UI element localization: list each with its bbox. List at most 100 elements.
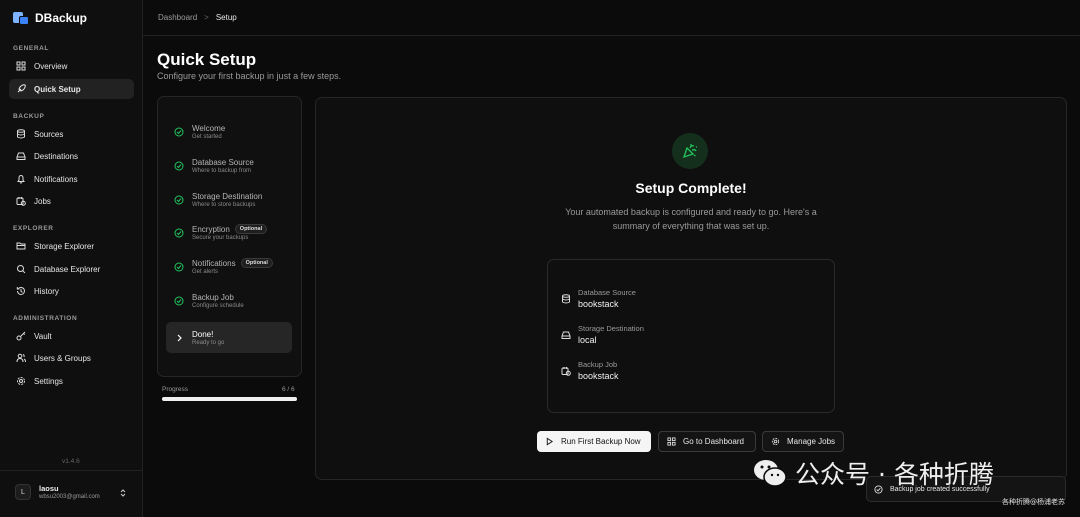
go-to-dashboard-button[interactable]: Go to Dashboard — [658, 431, 756, 452]
summary-backup-job: Backup Job bookstack — [561, 360, 619, 381]
sidebar-item-destinations[interactable]: Destinations — [9, 146, 134, 166]
page-subtitle: Configure your first backup in just a fe… — [157, 71, 342, 81]
check-circle-icon — [174, 296, 184, 305]
calendar-clock-icon — [561, 367, 571, 376]
page-title: Quick Setup — [157, 50, 257, 69]
step-item[interactable]: Backup Job Configure schedule — [166, 285, 292, 316]
step-title-text: Done! — [192, 329, 214, 339]
step-description: Get started — [192, 133, 222, 140]
users-icon — [16, 353, 26, 363]
watermark-small: 各种折腾@杨浦老苏 — [1002, 498, 1065, 506]
step-description: Where to backup from — [192, 167, 252, 174]
summary-value: bookstack — [578, 299, 619, 309]
step-title: Welcome — [192, 124, 225, 133]
optional-badge: Optional — [240, 258, 273, 268]
progress-bar — [162, 397, 297, 401]
sidebar-item-label: Sources — [34, 129, 64, 139]
summary-storage-destination: Storage Destination local — [561, 324, 644, 345]
step-item[interactable]: Done! Ready to go — [166, 322, 292, 353]
sidebar-item-jobs[interactable]: Jobs — [9, 191, 134, 211]
breadcrumb-current: Setup — [215, 13, 237, 22]
breadcrumb-dashboard[interactable]: Dashboard — [158, 13, 197, 22]
chevrons-up-down-icon[interactable] — [119, 488, 127, 498]
section-explorer: EXPLORER — [13, 225, 54, 232]
user-menu[interactable]: L laosu wbsu2003@gmail.com — [15, 484, 100, 500]
watermark: 公众号 · 各种折腾 — [753, 455, 994, 491]
step-description: Where to store backups — [192, 201, 256, 208]
sidebar-item-label: Destinations — [34, 151, 79, 161]
sidebar-item-label: History — [34, 286, 59, 296]
summary-value: local — [578, 335, 597, 345]
sidebar-item-users-groups[interactable]: Users & Groups — [9, 348, 134, 368]
play-icon — [546, 437, 554, 446]
avatar: L — [15, 484, 31, 500]
step-title: Storage Destination — [192, 192, 262, 201]
step-description: Get alerts — [192, 269, 219, 275]
complete-description: Your automated backup is configured and … — [565, 207, 817, 231]
step-description: Ready to go — [192, 339, 225, 346]
sidebar-item-label: Settings — [34, 376, 63, 386]
button-label: Manage Jobs — [787, 437, 836, 446]
step-title: Done! — [192, 330, 224, 339]
sidebar-item-label: Quick Setup — [34, 84, 81, 94]
step-title: Encryption Optional — [192, 224, 268, 234]
database-search-icon — [17, 265, 26, 274]
sidebar-item-sources[interactable]: Sources — [9, 124, 134, 144]
section-administration: ADMINISTRATION — [13, 315, 78, 322]
sidebar-divider — [0, 470, 143, 471]
sidebar-item-settings[interactable]: Settings — [9, 371, 134, 391]
sidebar-item-vault[interactable]: Vault — [9, 326, 134, 346]
check-circle-icon — [174, 161, 184, 170]
progress-count: 6 / 6 — [282, 386, 295, 393]
brand[interactable]: DBackup — [13, 10, 87, 26]
step-item[interactable]: Storage Destination Where to store backup… — [166, 184, 292, 215]
sidebar-item-label: Notifications — [34, 174, 78, 184]
watermark-text: 公众号 · 各种折腾 — [795, 460, 994, 489]
chevron-right-icon — [177, 334, 182, 341]
sidebar-item-overview[interactable]: Overview — [9, 56, 134, 76]
summary-label: Backup Job — [578, 360, 618, 369]
history-icon — [16, 286, 25, 295]
grid-icon — [16, 61, 26, 71]
step-title-text: Welcome — [192, 123, 226, 133]
step-title-text: Storage Destination — [192, 191, 263, 201]
check-circle-icon — [174, 195, 184, 204]
step-title-text: Notifications — [192, 258, 236, 268]
database-icon — [17, 129, 25, 139]
calendar-clock-icon — [16, 197, 26, 206]
summary-label: Storage Destination — [578, 324, 644, 333]
hard-drive-icon — [16, 152, 26, 160]
manage-jobs-button[interactable]: Manage Jobs — [762, 431, 844, 452]
database-icon — [562, 294, 570, 304]
step-item[interactable]: Encryption Optional Secure your backups — [166, 217, 292, 248]
sidebar-item-notifications[interactable]: Notifications — [9, 169, 134, 189]
sidebar-item-database-explorer[interactable]: Database Explorer — [9, 259, 134, 279]
breadcrumb: Dashboard > Setup — [158, 13, 237, 22]
step-item[interactable]: Notifications Optional Get alerts — [166, 251, 292, 282]
sidebar-item-label: Users & Groups — [34, 353, 91, 363]
sidebar-item-label: Jobs — [34, 196, 51, 206]
step-item[interactable]: Database Source Where to backup from — [166, 150, 292, 181]
step-title: Database Source — [192, 158, 254, 167]
step-item[interactable]: Welcome Get started — [166, 116, 292, 147]
wechat-logo-icon — [753, 458, 787, 488]
step-title: Backup Job — [192, 293, 244, 302]
sidebar-item-quick-setup[interactable]: Quick Setup — [9, 79, 134, 99]
key-icon — [16, 331, 26, 341]
app-version: v1.4.6 — [62, 458, 80, 465]
section-backup: BACKUP — [13, 113, 45, 120]
summary-database-source: Database Source bookstack — [561, 288, 636, 309]
progress-label: Progress — [162, 386, 189, 393]
step-title-text: Backup Job — [192, 292, 234, 302]
top-bar: Dashboard > Setup — [143, 0, 1080, 36]
rocket-icon — [17, 84, 26, 93]
hard-drive-icon — [561, 331, 571, 339]
run-first-backup-button[interactable]: Run First Backup Now — [537, 431, 651, 452]
user-email: wbsu2003@gmail.com — [39, 494, 100, 500]
step-description: Configure schedule — [192, 302, 244, 309]
sidebar-item-storage-explorer[interactable]: Storage Explorer — [9, 236, 134, 256]
section-general: GENERAL — [13, 45, 49, 52]
step-description: Secure your backups — [192, 235, 249, 241]
button-label: Go to Dashboard — [683, 437, 744, 446]
sidebar-item-history[interactable]: History — [9, 281, 134, 301]
